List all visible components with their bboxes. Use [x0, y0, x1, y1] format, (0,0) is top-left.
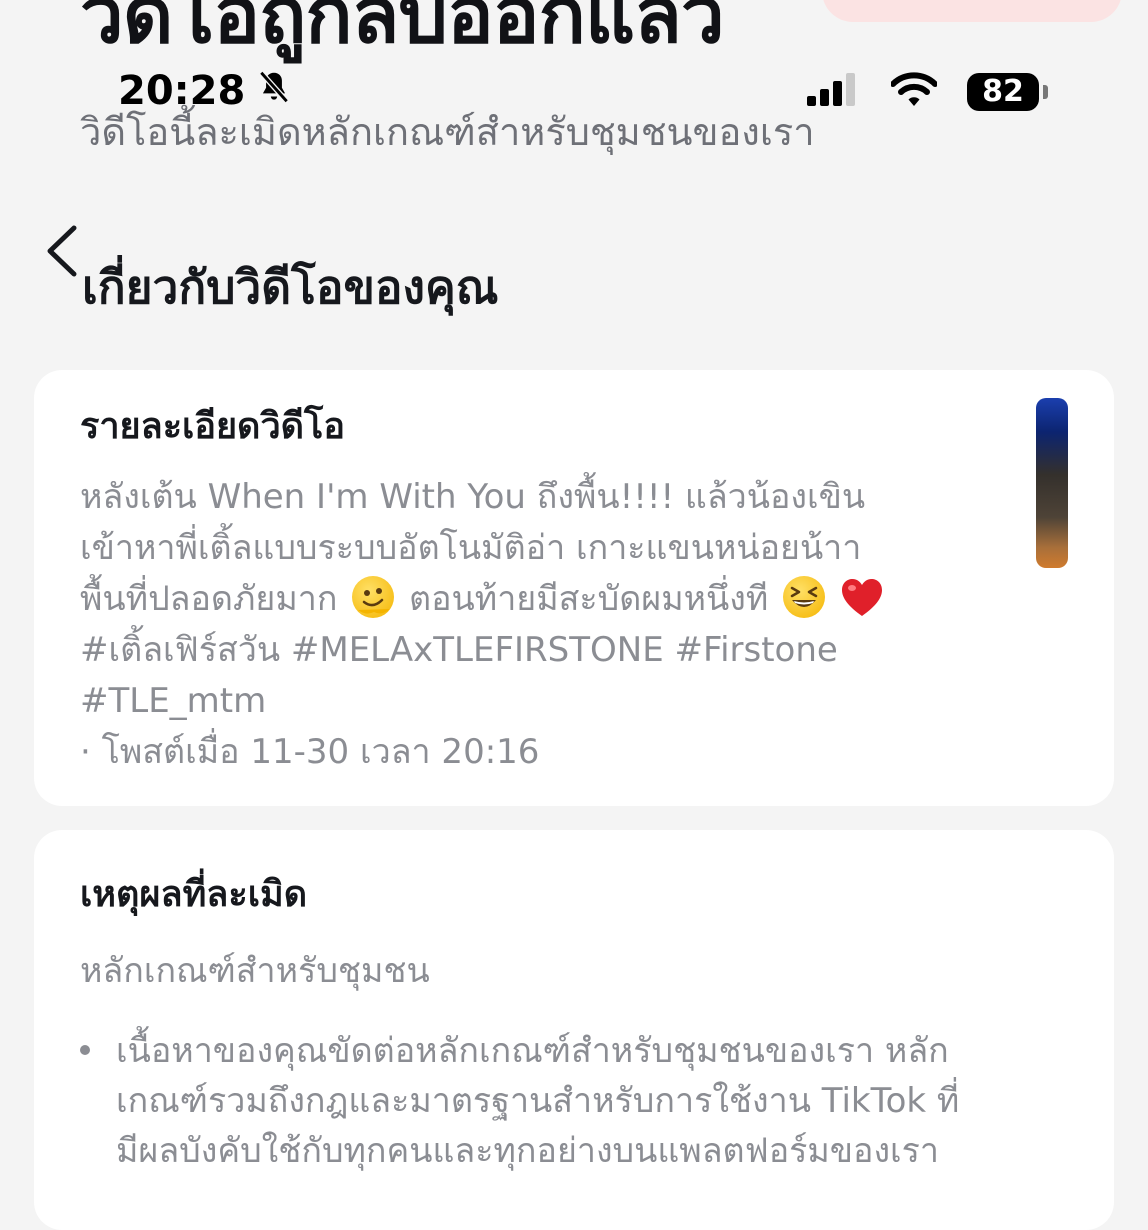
cellular-signal-icon	[805, 72, 861, 112]
violation-category: หลักเกณฑ์สำหรับชุมชน	[80, 951, 430, 991]
description-text: พื้นที่ปลอดภัยมาก	[80, 579, 338, 619]
violation-text-line: มีผลบังคับใช้กับทุกคนและทุกอย่างบนแพลตฟอ…	[116, 1131, 940, 1171]
status-bar-time: 20:28	[118, 68, 293, 113]
violation-heading: เหตุผลที่ละเมิด	[80, 874, 308, 915]
description-line: เข้าหาพี่เติ้ลแบบระบบอัตโนมัติอ่า เกาะแข…	[80, 528, 862, 568]
melting-face-emoji	[352, 576, 395, 618]
video-description: หลังเต้น When I'm With You ถึงพื้น!!!! แ…	[80, 472, 1000, 778]
chevron-left-icon	[40, 225, 80, 282]
violation-text-line: เกณฑ์รวมถึงกฎและมาตรฐานสำหรับการใช้งาน T…	[116, 1081, 960, 1121]
status-bar-indicators: 82	[805, 72, 1048, 112]
section-title: เกี่ยวกับวิดีโอของคุณ	[82, 260, 499, 314]
wifi-icon	[890, 72, 938, 112]
red-heart-emoji	[841, 579, 882, 616]
bell-muted-icon	[255, 68, 293, 113]
description-line: หลังเต้น When I'm With You ถึงพื้น!!!! แ…	[80, 477, 866, 517]
page-subtitle: วิดีโอนี้ละเมิดหลักเกณฑ์สำหรับชุมชนของเร…	[80, 110, 815, 154]
battery-tip	[1043, 85, 1048, 99]
description-hashtags: #เติ้ลเฟิร์สวัน #MELAxTLEFIRSTONE #First…	[80, 630, 838, 670]
violation-list-item: เนื้อหาของคุณขัดต่อหลักเกณฑ์สำหรับชุมชนข…	[80, 1026, 1080, 1176]
violation-card: เหตุผลที่ละเมิด หลักเกณฑ์สำหรับชุมชน เนื…	[34, 830, 1114, 1230]
description-text: ตอนท้ายมีสะบัดผมหนึ่งที	[409, 579, 769, 619]
battery-level: 82	[967, 73, 1039, 111]
grinning-squinting-face-emoji	[783, 576, 826, 618]
video-details-card: รายละเอียดวิดีโอ หลังเต้น When I'm With …	[34, 370, 1114, 806]
battery-icon: 82	[967, 73, 1048, 111]
violation-list: เนื้อหาของคุณขัดต่อหลักเกณฑ์สำหรับชุมชนข…	[80, 1026, 1080, 1176]
violation-text-line: เนื้อหาของคุณขัดต่อหลักเกณฑ์สำหรับชุมชนข…	[116, 1031, 949, 1071]
video-thumbnail[interactable]	[1036, 398, 1068, 568]
description-line-with-emoji: พื้นที่ปลอดภัยมาก ตอนท้ายมีสะบัดผมหนึ่งท…	[80, 574, 1000, 625]
status-time-text: 20:28	[118, 67, 246, 114]
description-hashtags: #TLE_mtm	[80, 681, 267, 721]
top-tab	[822, 0, 1122, 22]
post-timestamp: · โพสต์เมื่อ 11-30 เวลา 20:16	[80, 732, 540, 772]
bullet-icon	[80, 1045, 90, 1055]
back-button[interactable]	[40, 224, 88, 278]
page-title: วิดีโอถูกลบออกแล้ว	[80, 0, 725, 61]
video-details-heading: รายละเอียดวิดีโอ	[80, 406, 345, 447]
